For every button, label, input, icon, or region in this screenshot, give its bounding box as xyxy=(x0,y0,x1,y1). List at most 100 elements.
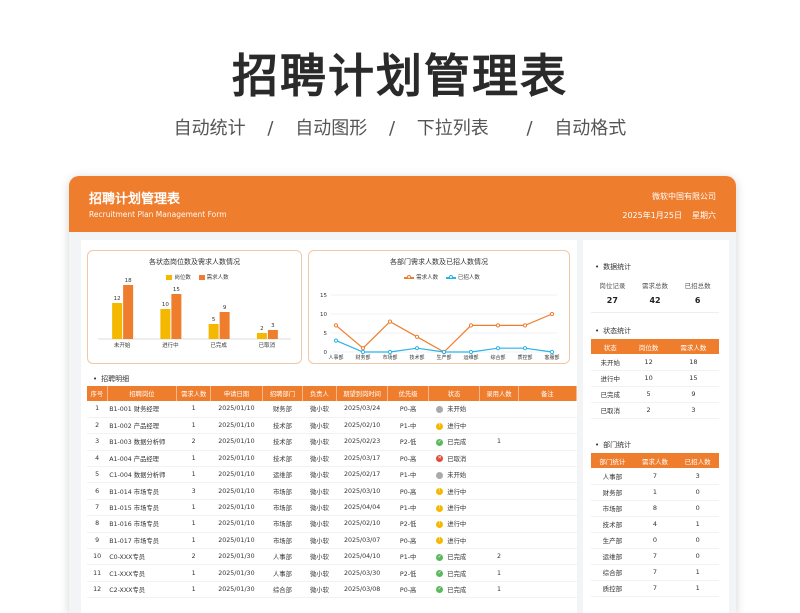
table-cell[interactable]: ! 进行中 xyxy=(428,499,480,517)
table-cell[interactable]: 2025/01/30 xyxy=(210,581,263,599)
table-cell[interactable]: 2025/03/24 xyxy=(336,401,388,418)
table-cell[interactable]: 微小软 xyxy=(302,548,337,566)
table-row[interactable]: 11 C1-XXX专员 1 2025/01/30 人事部 微小软 2025/03/30 P2-… xyxy=(87,564,577,582)
table-cell[interactable]: 1 xyxy=(479,581,519,599)
table-cell[interactable]: 1 xyxy=(176,401,211,418)
table-cell[interactable] xyxy=(518,499,577,517)
table-row[interactable]: 10 C0-XXX专员 2 2025/01/30 人事部 微小软 2025/04/10 P1-… xyxy=(87,548,577,566)
table-cell[interactable]: 人事部 xyxy=(262,564,303,582)
table-cell[interactable] xyxy=(518,532,577,550)
table-cell[interactable]: 2025/01/10 xyxy=(210,433,263,451)
table-cell[interactable]: 3 xyxy=(87,433,108,451)
table-cell[interactable]: P1-中 xyxy=(387,417,429,435)
table-cell[interactable]: 2025/01/10 xyxy=(210,532,263,550)
table-cell[interactable]: 7 xyxy=(87,499,108,517)
table-cell[interactable]: 2025/01/10 xyxy=(210,401,263,418)
table-cell[interactable] xyxy=(518,564,577,582)
table-cell[interactable]: ✓ 已完成 xyxy=(428,564,480,582)
table-cell[interactable]: 9 xyxy=(87,532,108,550)
table-cell[interactable]: P2-低 xyxy=(387,433,429,451)
detail-col-header[interactable]: 招聘部门 xyxy=(262,386,304,401)
table-cell[interactable]: 未开始 xyxy=(428,466,480,484)
table-cell[interactable]: 微小软 xyxy=(302,564,337,582)
table-cell[interactable]: C1-004 数据分析师 xyxy=(107,466,177,484)
table-cell[interactable]: 1 xyxy=(176,564,211,582)
table-cell[interactable]: B1-003 数据分析师 xyxy=(107,433,177,451)
table-cell[interactable] xyxy=(518,548,577,566)
table-cell[interactable]: P2-低 xyxy=(387,564,429,582)
table-row[interactable]: 5 C1-004 数据分析师 1 2025/01/10 运维部 微小软 2025/02/17… xyxy=(87,466,577,484)
detail-col-header[interactable]: 期望到岗时间 xyxy=(336,386,389,401)
table-row[interactable]: 4 A1-004 产品经理 1 2025/01/10 技术部 微小软 2025/03/17 P… xyxy=(87,450,577,468)
table-cell[interactable] xyxy=(479,482,519,500)
table-cell[interactable]: 微小软 xyxy=(302,401,337,418)
table-cell[interactable]: 市场部 xyxy=(262,515,303,533)
table-cell[interactable]: 2025/01/30 xyxy=(210,548,263,566)
table-cell[interactable]: 1 xyxy=(176,466,211,484)
table-cell[interactable]: C0-XXX专员 xyxy=(107,548,177,566)
table-cell[interactable]: 3 xyxy=(176,482,211,500)
table-cell[interactable]: B1-015 市场专员 xyxy=(107,499,177,517)
table-row[interactable]: 6 B1-014 市场专员 3 2025/01/10 市场部 微小软 2025/03/10 P… xyxy=(87,482,577,500)
table-cell[interactable]: 2025/02/10 xyxy=(336,417,388,435)
table-cell[interactable]: 2025/04/04 xyxy=(336,499,388,517)
table-cell[interactable]: B1-016 市场专员 xyxy=(107,515,177,533)
table-cell[interactable]: 微小软 xyxy=(302,450,337,468)
table-cell[interactable]: 1 xyxy=(479,564,519,582)
table-cell[interactable]: B1-002 产品经理 xyxy=(107,417,177,435)
table-cell[interactable]: 2025/01/30 xyxy=(210,564,263,582)
table-cell[interactable]: 2 xyxy=(176,433,211,451)
table-cell[interactable]: B1-001 财务经理 xyxy=(107,401,177,418)
table-cell[interactable]: P0-高 xyxy=(387,401,429,418)
table-cell[interactable] xyxy=(518,515,577,533)
detail-col-header[interactable]: 招聘岗位 xyxy=(107,386,178,401)
detail-col-header[interactable]: 状态 xyxy=(428,386,481,401)
table-cell[interactable]: 1 xyxy=(479,433,519,451)
table-cell[interactable] xyxy=(479,417,519,435)
table-cell[interactable]: ! 进行中 xyxy=(428,515,480,533)
table-cell[interactable]: ! 进行中 xyxy=(428,532,480,550)
table-cell[interactable]: P1-中 xyxy=(387,548,429,566)
detail-col-header[interactable]: 备注 xyxy=(518,386,578,401)
table-cell[interactable]: 2025/03/08 xyxy=(336,581,388,599)
table-cell[interactable] xyxy=(479,532,519,550)
detail-col-header[interactable]: 序号 xyxy=(87,386,108,401)
table-row[interactable]: 8 B1-016 市场专员 1 2025/01/10 市场部 微小软 2025/02/10 P… xyxy=(87,515,577,533)
table-cell[interactable]: 市场部 xyxy=(262,532,303,550)
table-cell[interactable]: A1-004 产品经理 xyxy=(107,450,177,468)
table-cell[interactable] xyxy=(518,466,577,484)
table-cell[interactable]: 微小软 xyxy=(302,482,337,500)
table-cell[interactable]: P0-高 xyxy=(387,532,429,550)
table-cell[interactable]: P1-中 xyxy=(387,499,429,517)
table-cell[interactable]: 2025/03/10 xyxy=(336,482,388,500)
detail-col-header[interactable]: 优先级 xyxy=(387,386,429,401)
detail-col-header[interactable]: 申请日期 xyxy=(210,386,263,401)
table-cell[interactable]: ✓ 已完成 xyxy=(428,548,480,566)
table-cell[interactable]: 2025/01/10 xyxy=(210,482,263,500)
table-cell[interactable]: P0-高 xyxy=(387,450,429,468)
table-cell[interactable]: 2025/03/30 xyxy=(336,564,388,582)
table-cell[interactable]: 运维部 xyxy=(262,466,303,484)
table-row[interactable]: 12 C2-XXX专员 1 2025/01/30 综合部 微小软 2025/03/08 P0-… xyxy=(87,581,577,599)
table-cell[interactable]: 微小软 xyxy=(302,466,337,484)
table-cell[interactable]: 12 xyxy=(87,581,108,599)
table-cell[interactable]: 2025/04/10 xyxy=(336,548,388,566)
table-cell[interactable] xyxy=(518,450,577,468)
table-cell[interactable]: 微小软 xyxy=(302,532,337,550)
table-cell[interactable]: 财务部 xyxy=(262,401,303,418)
table-cell[interactable]: 2025/01/10 xyxy=(210,515,263,533)
table-cell[interactable]: 2025/02/17 xyxy=(336,466,388,484)
table-cell[interactable]: P1-中 xyxy=(387,466,429,484)
table-cell[interactable]: 2025/03/17 xyxy=(336,450,388,468)
table-cell[interactable]: 2025/01/10 xyxy=(210,417,263,435)
table-cell[interactable]: C1-XXX专员 xyxy=(107,564,177,582)
table-cell[interactable]: ! 进行中 xyxy=(428,482,480,500)
table-cell[interactable]: 技术部 xyxy=(262,433,303,451)
table-cell[interactable]: 综合部 xyxy=(262,581,303,599)
table-cell[interactable]: 未开始 xyxy=(428,401,480,418)
table-cell[interactable]: ✓ 已完成 xyxy=(428,581,480,599)
table-cell[interactable]: 8 xyxy=(87,515,108,533)
table-cell[interactable]: 人事部 xyxy=(262,548,303,566)
table-cell[interactable]: 2 xyxy=(479,548,519,566)
table-cell[interactable]: 1 xyxy=(176,581,211,599)
